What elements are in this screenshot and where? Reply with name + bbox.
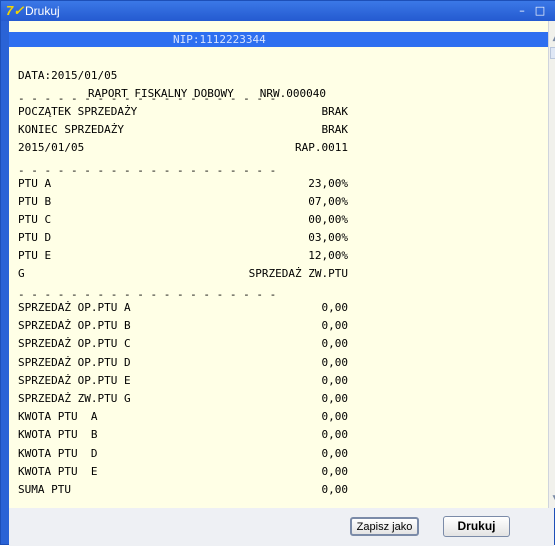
line-label: KWOTA PTU D xyxy=(18,446,98,460)
scroll-thumb[interactable] xyxy=(550,47,555,59)
receipt-line: SPRZEDAŻ OP.PTU D 0,00 xyxy=(18,354,348,372)
minimize-icon[interactable]: – xyxy=(515,3,529,18)
save-as-button[interactable]: Zapisz jako xyxy=(350,517,419,536)
line-label: SUMA PTU xyxy=(18,483,71,496)
line-value: 0,00 xyxy=(321,373,349,387)
line-value: 0,00 xyxy=(321,337,349,351)
button-bar: Zapisz jako Drukuj xyxy=(9,508,554,546)
scroll-down-icon[interactable]: ▼ xyxy=(549,492,555,506)
line-value: 0,00 xyxy=(321,464,349,478)
line-label: KONIEC SPRZEDAŻY xyxy=(18,123,124,136)
line-label: PTU E xyxy=(18,249,52,262)
line-value: 0,00 xyxy=(321,301,349,314)
app-7-logo-icon: 7✓ xyxy=(6,3,25,18)
line-label: PTU A xyxy=(18,177,52,190)
line-label: SPRZEDAŻ OP.PTU B xyxy=(18,319,131,333)
line-value: 0,00 xyxy=(321,428,349,442)
receipt-line: KONIEC SPRZEDAŻY BRAK xyxy=(18,121,348,139)
line-value: 0,00 xyxy=(321,319,349,333)
line-label: PTU D xyxy=(18,231,52,244)
receipt-line: SUMA PTU 0,00 xyxy=(18,481,348,499)
print-window: 7✓ Drukuj – □ NIP:1112223344 DATA:2015/0… xyxy=(0,0,555,546)
line-value: 0,00 xyxy=(321,483,349,496)
line-label: SPRZEDAŻ OP.PTU E xyxy=(18,373,131,387)
nip-header-bar: NIP:1112223344 xyxy=(9,32,548,47)
receipt-line: 2015/01/05 RAP.0011 xyxy=(18,139,348,157)
receipt-line: KWOTA PTU D 0,00 xyxy=(18,445,348,463)
receipt-line: SPRZEDAŻ OP.PTU A 0,00 xyxy=(18,299,348,317)
line-value: 03,00% xyxy=(308,231,348,244)
line-value: RAP.0011 xyxy=(295,141,348,154)
receipt-line: POCZĄTEK SPRZEDAŻY BRAK xyxy=(18,103,348,121)
line-label: PTU C xyxy=(18,213,52,226)
window-title: Drukuj xyxy=(25,4,60,18)
line-label: 2015/01/05 xyxy=(18,141,85,154)
receipt-preview: NIP:1112223344 DATA:2015/01/05 NRW.00004… xyxy=(9,21,548,508)
line-label: SPRZEDAŻ OP.PTU C xyxy=(18,337,131,351)
line-label: POCZĄTEK SPRZEDAŻY xyxy=(18,105,138,118)
receipt-line: PTU C 00,00% xyxy=(18,211,348,229)
maximize-icon[interactable]: □ xyxy=(533,3,547,18)
receipt-line: KWOTA PTU A 0,00 xyxy=(18,408,348,426)
nip-number: NIP:1112223344 xyxy=(173,33,266,46)
print-button[interactable]: Drukuj xyxy=(443,516,510,537)
receipt-line: KWOTA PTU E 0,00 xyxy=(18,463,348,481)
receipt-line: PTU E 12,00% xyxy=(18,247,348,265)
receipt-line: SPRZEDAŻ OP.PTU E 0,00 xyxy=(18,372,348,390)
line-value: 0,00 xyxy=(321,392,349,405)
line-label: SPRZEDAŻ OP.PTU D xyxy=(18,355,131,369)
line-value: SPRZEDAŻ ZW.PTU xyxy=(248,267,348,280)
line-value: 07,00% xyxy=(308,195,348,208)
receipt-line: PTU D 03,00% xyxy=(18,229,348,247)
receipt-line: SPRZEDAŻ OP.PTU B 0,00 xyxy=(18,317,348,335)
date-row: DATA:2015/01/05 NRW.000040 xyxy=(18,49,348,100)
line-label: KWOTA PTU E xyxy=(18,464,98,478)
receipt-line: SPRZEDAŻ OP.PTU C 0,00 xyxy=(18,335,348,353)
line-label: SPRZEDAŻ OP.PTU A xyxy=(18,301,131,314)
line-label: KWOTA PTU A xyxy=(18,410,98,424)
receipt-line: G SPRZEDAŻ ZW.PTU xyxy=(18,265,348,283)
title-bar[interactable]: 7✓ Drukuj – □ xyxy=(1,1,555,21)
line-label: SPRZEDAŻ ZW.PTU G xyxy=(18,392,131,405)
line-value: BRAK xyxy=(321,105,349,118)
receipt-line: PTU B 07,00% xyxy=(18,193,348,211)
line-value: 0,00 xyxy=(321,410,349,424)
line-value: BRAK xyxy=(321,123,349,136)
receipt-line: KWOTA PTU B 0,00 xyxy=(18,426,348,444)
line-label: G xyxy=(18,267,25,280)
line-label: KWOTA PTU B xyxy=(18,428,98,442)
scroll-up-icon[interactable]: ▲ xyxy=(549,31,555,45)
line-value: 00,00% xyxy=(308,213,348,226)
line-value: 0,00 xyxy=(321,446,349,460)
receipt-line: PTU A 23,00% xyxy=(18,175,348,193)
line-value: 0,00 xyxy=(321,355,349,369)
line-value: 23,00% xyxy=(308,177,348,190)
line-value: 12,00% xyxy=(308,249,348,262)
vertical-scrollbar[interactable]: ▲ ▼ xyxy=(548,21,555,508)
receipt-line: SPRZEDAŻ ZW.PTU G 0,00 xyxy=(18,390,348,408)
report-title-row: RAPORT FISKALNY DOBOWY xyxy=(18,67,348,100)
line-label: PTU B xyxy=(18,195,52,208)
